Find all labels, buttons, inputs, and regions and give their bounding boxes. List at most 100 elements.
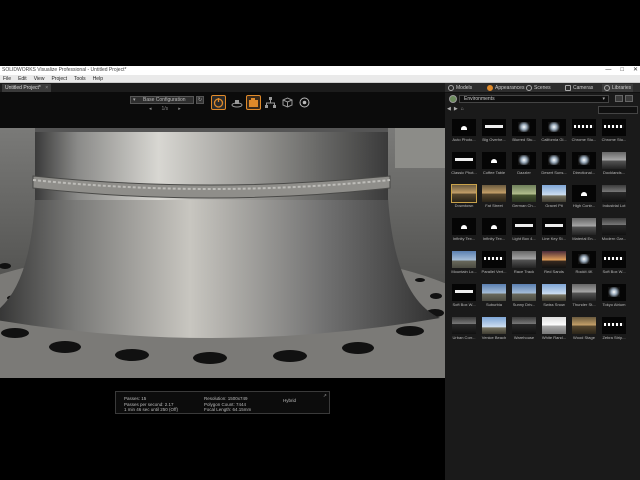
- tab-libraries[interactable]: Libraries: [602, 84, 634, 92]
- list-view-icon[interactable]: [625, 95, 633, 102]
- environment-thumbnail: [482, 317, 506, 334]
- environment-item[interactable]: Modern Gar...: [599, 218, 629, 251]
- library-search-input[interactable]: [598, 106, 638, 114]
- environment-thumbnail: [602, 185, 626, 202]
- environment-item[interactable]: Gravel Pit: [539, 185, 569, 218]
- environment-item[interactable]: Line Key St...: [539, 218, 569, 251]
- environment-item[interactable]: White Rand...: [539, 317, 569, 350]
- environment-item[interactable]: Warehouse: [509, 317, 539, 350]
- environment-item[interactable]: Classic Phot...: [449, 152, 479, 185]
- environment-item[interactable]: Fat Street: [479, 185, 509, 218]
- environment-item[interactable]: Big Overhe...: [479, 119, 509, 152]
- environment-item[interactable]: Chrome Stu...: [599, 119, 629, 152]
- environment-item[interactable]: Blurred Stu...: [509, 119, 539, 152]
- minimize-button[interactable]: —: [605, 66, 611, 75]
- refresh-icon[interactable]: ↻: [196, 96, 204, 104]
- environment-item[interactable]: Parallel Vert...: [479, 251, 509, 284]
- environment-item[interactable]: Rockit 4K: [569, 251, 599, 284]
- environment-item[interactable]: Chrome Stu...: [569, 119, 599, 152]
- home-button[interactable]: ⌂: [461, 106, 464, 112]
- environment-item[interactable]: Docklands...: [599, 152, 629, 185]
- environment-item[interactable]: Material En...: [569, 218, 599, 251]
- environment-label: High Contr...: [572, 203, 596, 208]
- environment-item[interactable]: Desert Suns...: [539, 152, 569, 185]
- environment-item[interactable]: Urban Corr...: [449, 317, 479, 350]
- maximize-button[interactable]: □: [620, 66, 624, 75]
- settings-button[interactable]: [297, 95, 312, 110]
- library-type-dropdown[interactable]: Environments ▾: [459, 95, 609, 103]
- expand-icon[interactable]: ↗: [323, 393, 327, 398]
- environment-thumbnail: [572, 218, 596, 235]
- document-tab-label: Untitled Project*: [5, 85, 41, 91]
- environment-item[interactable]: Soft Box W...: [449, 284, 479, 317]
- environment-thumbnail: [542, 152, 566, 169]
- tab-scenes[interactable]: Scenes: [526, 84, 551, 92]
- environment-item[interactable]: Light Box 4...: [509, 218, 539, 251]
- environment-item[interactable]: German Ch...: [509, 185, 539, 218]
- back-button[interactable]: ◀: [447, 106, 451, 112]
- close-button[interactable]: ✕: [633, 66, 638, 75]
- environment-item[interactable]: Soft Box W...: [599, 251, 629, 284]
- environment-label: Coffee Table: [482, 170, 506, 175]
- environment-thumbnail: [482, 185, 506, 202]
- forward-button[interactable]: ▶: [454, 106, 458, 112]
- environment-item[interactable]: Dazzler: [509, 152, 539, 185]
- menu-file[interactable]: File: [3, 75, 11, 82]
- tab-cameras-label: Cameras: [573, 85, 594, 91]
- config-next-button[interactable]: ▸: [178, 106, 181, 112]
- gear-icon: [299, 97, 310, 108]
- environment-thumbnail: [512, 218, 536, 235]
- environment-item[interactable]: Red Sands: [539, 251, 569, 284]
- document-tab[interactable]: Untitled Project* ×: [2, 84, 52, 92]
- menu-help[interactable]: Help: [93, 75, 103, 82]
- appearances-icon: [487, 85, 493, 91]
- environment-item[interactable]: Industrial Lot: [599, 185, 629, 218]
- environment-thumbnail: [482, 119, 506, 136]
- render-mode-stat: Hybrid: [283, 398, 297, 403]
- close-tab-icon[interactable]: ×: [45, 85, 48, 91]
- configuration-dropdown[interactable]: ▾ Base Configuration: [130, 96, 194, 104]
- environment-item[interactable]: Swiss Snow: [539, 284, 569, 317]
- tab-models[interactable]: Models: [448, 84, 472, 92]
- environment-item[interactable]: Infinity Tex...: [479, 218, 509, 251]
- environment-item[interactable]: Mountain Lo...: [449, 251, 479, 284]
- hierarchy-button[interactable]: [263, 95, 278, 110]
- environment-item[interactable]: Infinity Tex...: [449, 218, 479, 251]
- environment-thumbnail: [572, 317, 596, 334]
- environment-label: Material En...: [572, 236, 596, 241]
- configuration-label: Base Configuration: [143, 97, 186, 103]
- environment-item[interactable]: Auto Photo...: [449, 119, 479, 152]
- tab-appearances-label: Appearances: [495, 85, 525, 91]
- environment-label: Parallel Vert...: [481, 269, 507, 274]
- cube-view-button[interactable]: [280, 95, 295, 110]
- turntable-button[interactable]: [229, 95, 244, 110]
- config-prev-button[interactable]: ◂: [149, 106, 152, 112]
- tab-models-label: Models: [456, 85, 473, 91]
- environment-item[interactable]: Downtown: [449, 184, 479, 218]
- tab-cameras[interactable]: Cameras: [565, 84, 593, 92]
- environment-item[interactable]: Zebra Strip...: [599, 317, 629, 350]
- environment-item[interactable]: Coffee Table: [479, 152, 509, 185]
- environment-item[interactable]: Sunny Driv...: [509, 284, 539, 317]
- environment-item[interactable]: Race Track: [509, 251, 539, 284]
- grid-view-icon[interactable]: [615, 95, 623, 102]
- menu-project[interactable]: Project: [51, 75, 67, 82]
- render-mode-button[interactable]: [211, 95, 226, 110]
- environment-item[interactable]: Venice Beach: [479, 317, 509, 350]
- environment-item[interactable]: Wood Stage: [569, 317, 599, 350]
- environment-item[interactable]: Directional...: [569, 152, 599, 185]
- environment-item[interactable]: Tokyo Atrium: [599, 284, 629, 317]
- menu-edit[interactable]: Edit: [18, 75, 27, 82]
- menu-view[interactable]: View: [34, 75, 45, 82]
- environment-label: German Ch...: [511, 203, 536, 208]
- environment-item[interactable]: California Gl...: [539, 119, 569, 152]
- environment-item[interactable]: High Contr...: [569, 185, 599, 218]
- environment-item[interactable]: Thunder St...: [569, 284, 599, 317]
- environment-grid: Auto Photo... Big Overhe... Blurred Stu...…: [449, 119, 639, 350]
- environment-item[interactable]: Suburbia: [479, 284, 509, 317]
- tab-appearances[interactable]: Appearances: [487, 84, 524, 92]
- menu-tools[interactable]: Tools: [74, 75, 86, 82]
- camera-tool-button[interactable]: [246, 95, 261, 110]
- chevron-down-icon: ▾: [133, 97, 136, 103]
- render-viewport[interactable]: [0, 128, 445, 378]
